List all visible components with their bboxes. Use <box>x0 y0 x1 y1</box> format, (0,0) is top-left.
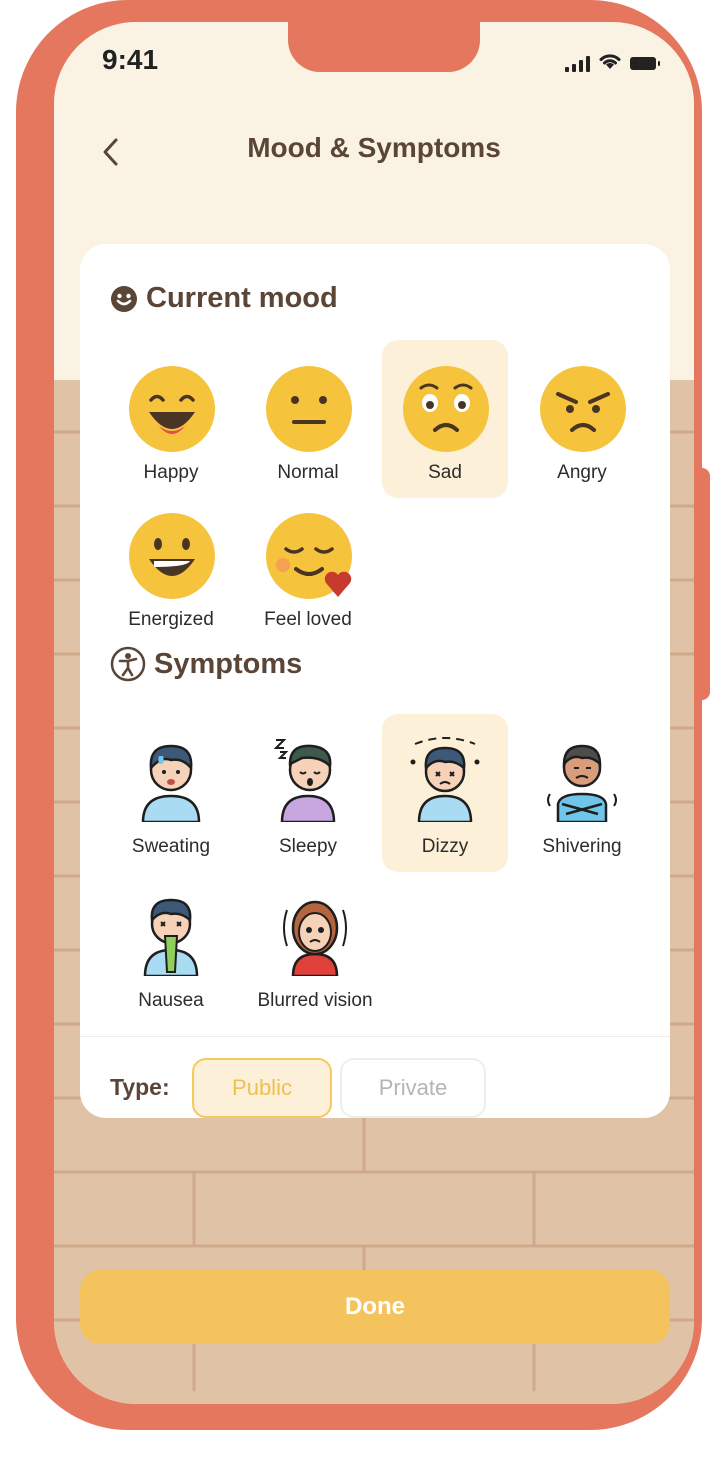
person-symptoms-icon <box>110 646 146 682</box>
symptom-label: Shivering <box>542 836 622 857</box>
mood-sad[interactable]: Sad <box>382 340 508 498</box>
mood-label: Happy <box>143 462 199 483</box>
blurred-vision-person-icon <box>283 900 347 976</box>
angry-face-icon <box>540 366 626 452</box>
symptom-label: Sweating <box>131 836 211 857</box>
symptom-label: Nausea <box>138 990 204 1011</box>
smiley-icon <box>111 285 137 312</box>
symptom-shivering[interactable]: Shivering <box>519 714 645 872</box>
mood-label: Energized <box>128 609 214 630</box>
symptom-label: Blurred vision <box>257 990 373 1011</box>
sleepy-person-icon <box>273 739 336 822</box>
type-public-chip[interactable]: Public <box>192 1058 332 1118</box>
mood-section-title: Current mood <box>110 282 338 315</box>
mood-energized[interactable]: Energized <box>108 487 234 645</box>
mood-label: Normal <box>277 462 339 483</box>
loved-face-icon <box>266 513 352 599</box>
symptom-sleepy[interactable]: Sleepy <box>245 714 371 872</box>
mood-label: Feel loved <box>264 609 352 630</box>
symptom-sweating[interactable]: Sweating <box>108 714 234 872</box>
mood-title: Current mood <box>146 282 338 314</box>
shivering-person-icon <box>547 744 617 822</box>
symptoms-section-title: Symptoms <box>110 646 302 682</box>
signal-icon <box>565 55 590 72</box>
battery-icon <box>630 57 660 70</box>
phone-notch <box>288 22 480 72</box>
nausea-person-icon <box>143 898 199 976</box>
symptom-label: Sleepy <box>278 836 338 857</box>
dizzy-person-icon <box>410 737 480 822</box>
symptoms-title: Symptoms <box>154 647 303 680</box>
mood-feel-loved[interactable]: Feel loved <box>245 487 371 645</box>
mood-normal[interactable]: Normal <box>245 340 371 498</box>
mood-angry[interactable]: Angry <box>519 340 645 498</box>
status-time: 9:41 <box>102 44 159 75</box>
mood-happy[interactable]: Happy <box>108 340 234 498</box>
mood-label: Angry <box>557 462 607 483</box>
symptom-blurred-vision[interactable]: Blurred vision <box>245 868 385 1026</box>
sad-face-icon <box>403 366 489 452</box>
sweating-person-icon <box>141 744 201 822</box>
mood-label: Sad <box>428 462 462 483</box>
type-private-chip[interactable]: Private <box>340 1058 486 1118</box>
screen: 9:41 Mood & Symptoms Current mood Happy <box>54 22 694 1404</box>
mood-symptoms-card: Current mood Happy Normal Sad Angry Ener… <box>80 244 670 1118</box>
page-title: Mood & Symptoms <box>247 132 501 163</box>
divider <box>80 1036 670 1037</box>
symptom-label: Dizzy <box>421 836 469 857</box>
happy-face-icon <box>129 366 215 452</box>
status-icons <box>565 52 660 75</box>
symptom-dizzy[interactable]: Dizzy <box>382 714 508 872</box>
grinning-face-icon <box>129 513 215 599</box>
phone-frame: 9:41 Mood & Symptoms Current mood Happy <box>16 0 702 1430</box>
symptom-nausea[interactable]: Nausea <box>108 868 234 1026</box>
wifi-icon <box>598 52 622 75</box>
done-button[interactable]: Done <box>80 1270 670 1344</box>
neutral-face-icon <box>266 366 352 452</box>
type-label: Type: <box>110 1074 170 1100</box>
